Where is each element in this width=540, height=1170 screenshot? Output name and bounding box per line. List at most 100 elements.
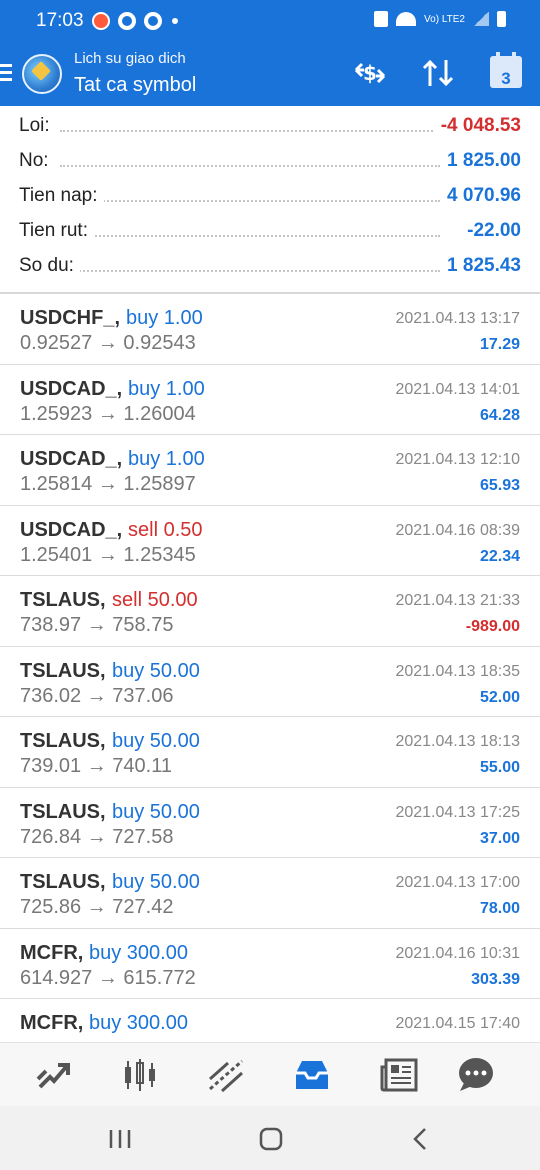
battery-icon [497,11,506,27]
messages-icon[interactable] [454,1055,498,1095]
deal-profit: 78.00 [479,900,520,917]
deal-row[interactable]: TSLAUS, sell 50.00 738.97 → 758.75 2021.04.… [0,576,540,647]
deal-side: buy 300.00 [89,1012,188,1034]
deal-row[interactable]: MCFR, buy 300.00 2021.04.15 17:40 [0,999,540,1042]
deal-profit: 22.34 [479,547,520,565]
summary-row-deposit: Tien nap: 4 070.96 [0,178,540,213]
deal-time: 2021.04.13 18:35 [395,662,520,680]
recent-apps-icon[interactable] [106,1126,136,1152]
deal-profit: 37.00 [479,829,520,847]
deal-row[interactable]: USDCAD_, buy 1.00 1.25814 → 1.25897 2021.04… [0,435,540,506]
summary-label: No: [19,150,55,172]
summary-row-credit: No: 1 825.00 [0,143,540,178]
summary-label: Loi: [19,115,56,137]
deal-profit: -989.00 [465,618,520,635]
status-bar: 17:03 Vo) LTE2 [0,0,540,42]
deal-side: buy 50.00 [112,800,200,823]
deal-prices: 0.92527 → 0.92543 [20,332,196,354]
deal-time: 2021.04.13 17:25 [395,803,520,821]
chart-icon[interactable] [118,1055,162,1095]
svg-text:$: $ [363,61,377,85]
deal-row[interactable]: USDCAD_, buy 1.00 1.25923 → 1.26004 2021.04… [0,365,540,435]
deal-profit: 65.93 [479,477,520,494]
deal-row[interactable]: TSLAUS, buy 50.00 725.86 → 727.42 2021.04.1… [0,858,540,929]
deal-symbol: USDCAD_, [20,518,123,541]
deal-side: buy 1.00 [126,307,203,329]
deal-prices: 738.97 → 758.75 [20,614,174,636]
deal-time: 2021.04.13 21:33 [395,592,520,609]
summary-row-balance: So du: 1 825.43 [0,248,540,283]
sort-icon[interactable] [420,58,456,88]
status-time: 17:03 [36,10,84,31]
deal-side: sell 0.50 [128,518,203,541]
deal-symbol: USDCAD_, [20,377,123,400]
deal-profit: 303.39 [471,970,520,988]
summary-row-withdrawal: Tien rut: -22.00 [0,213,540,248]
header-title[interactable]: Tat ca symbol [74,74,196,97]
deal-row[interactable]: TSLAUS, buy 50.00 739.01 → 740.11 2021.04.1… [0,717,540,788]
deal-time: 2021.04.13 13:17 [395,310,520,327]
summary-value: 1 825.00 [441,150,521,172]
menu-icon[interactable] [0,64,12,82]
calendar-icon[interactable]: 3 [490,52,522,88]
deal-symbol: TSLAUS, [20,589,106,611]
account-summary: Loi: -4 048.53 No: 1 825.00 Tien nap: 4 … [0,106,540,292]
quotes-icon[interactable] [32,1055,76,1095]
deposit-withdraw-icon[interactable]: $ [352,58,388,88]
deal-prices: 736.02 → 737.06 [20,684,174,707]
news-icon[interactable] [378,1055,422,1095]
deal-prices: 614.927 → 615.772 [20,966,196,989]
more-notifications-dot-icon [172,18,178,24]
bottom-navigation [0,1042,540,1106]
history-icon[interactable] [290,1055,334,1095]
deal-side: buy 1.00 [128,377,205,400]
lock-icon [374,11,389,27]
chrome-notification-icon [144,12,162,30]
chrome-notification-icon [118,12,136,30]
summary-value: -4 048.53 [434,115,521,137]
app-logo[interactable] [22,54,62,94]
deal-time: 2021.04.16 10:31 [395,944,520,962]
wifi-icon [396,12,417,26]
summary-value: -22.00 [461,220,521,242]
deal-symbol: MCFR, [20,1012,84,1034]
summary-label: Tien rut: [19,220,94,242]
deal-symbol: TSLAUS, [20,800,106,823]
summary-label: Tien nap: [19,185,104,207]
deal-profit: 64.28 [479,406,520,424]
deal-row[interactable]: USDCHF_, buy 1.00 0.92527 → 0.92543 2021.04… [0,294,540,365]
deal-row[interactable]: MCFR, buy 300.00 614.927 → 615.772 2021.04.… [0,929,540,999]
deal-time: 2021.04.13 17:00 [395,874,520,891]
deal-prices: 726.84 → 727.58 [20,825,174,848]
deal-row[interactable]: USDCAD_, sell 0.50 1.25401 → 1.25345 2021.0… [0,506,540,576]
summary-row-profit: Loi: -4 048.53 [0,108,540,143]
deal-side: buy 50.00 [112,730,200,752]
header-subtitle: Lich su giao dich [74,50,186,67]
deal-prices: 725.86 → 727.42 [20,896,174,918]
summary-value: 1 825.43 [441,255,521,277]
status-icons: Vo) LTE2 [374,11,506,27]
deal-symbol: TSLAUS, [20,730,106,752]
deals-list[interactable]: USDCHF_, buy 1.00 0.92527 → 0.92543 2021.04… [0,294,540,1042]
trade-icon[interactable] [204,1055,248,1095]
deal-time: 2021.04.13 18:13 [395,733,520,750]
deal-prices: 1.25814 → 1.25897 [20,473,196,495]
home-icon[interactable] [256,1126,286,1152]
deal-time: 2021.04.13 12:10 [395,451,520,468]
app-header: Lich su giao dich Tat ca symbol $ 3 [0,42,540,106]
back-icon[interactable] [406,1126,436,1152]
deal-prices: 739.01 → 740.11 [20,755,172,777]
summary-label: So du: [19,255,80,277]
network-label: Vo) LTE2 [424,13,465,25]
deal-row[interactable]: TSLAUS, buy 50.00 726.84 → 727.58 2021.04.1… [0,788,540,858]
deal-side: buy 50.00 [112,871,200,893]
signal-icon [473,12,489,26]
deal-symbol: TSLAUS, [20,659,106,682]
deal-symbol: USDCAD_, [20,448,123,470]
summary-value: 4 070.96 [441,185,521,207]
deal-row[interactable]: TSLAUS, buy 50.00 736.02 → 737.06 2021.04.1… [0,647,540,717]
deal-symbol: TSLAUS, [20,871,106,893]
deal-time: 2021.04.13 14:01 [395,380,520,398]
deal-symbol: USDCHF_, [20,307,121,329]
deal-time: 2021.04.16 08:39 [395,521,520,539]
